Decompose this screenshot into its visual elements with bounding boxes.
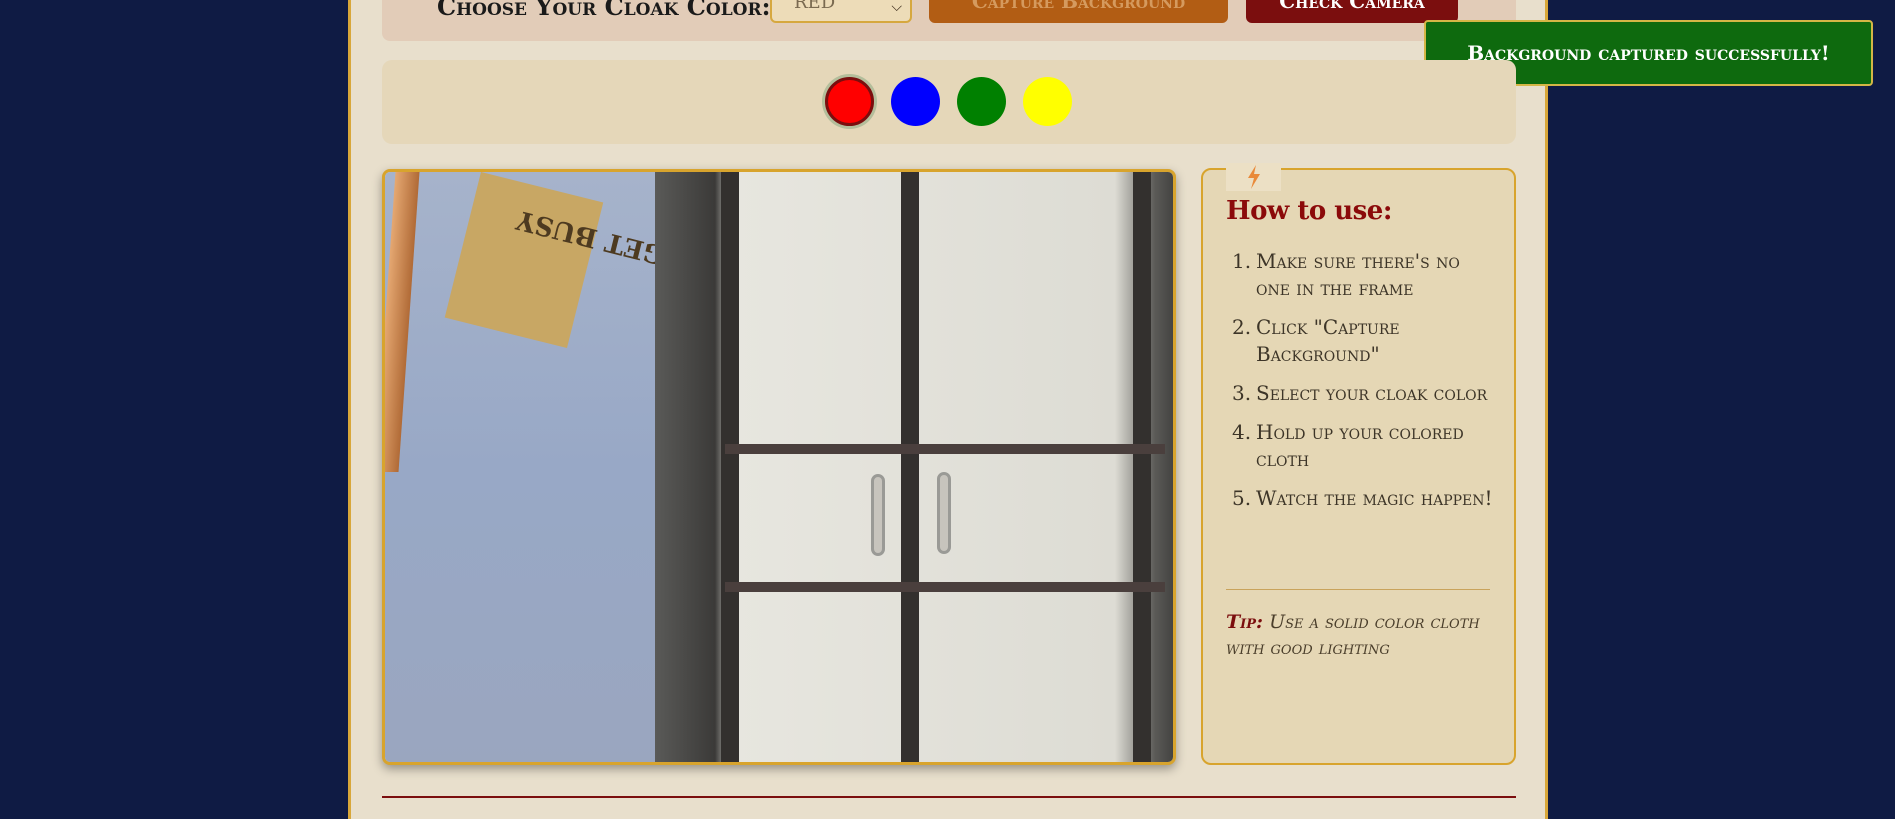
step-item: 3. Select your cloak color: [1232, 381, 1488, 405]
swatch-blue[interactable]: [891, 77, 940, 126]
lightning-bolt-icon: [1248, 165, 1260, 189]
tip-body: Use a solid color cloth with good lighti…: [1226, 611, 1480, 659]
step-item: 2. Click "Capture Background": [1232, 315, 1400, 366]
feed-frame-right: [1133, 172, 1151, 762]
feed-handle-left: [871, 474, 885, 556]
chevron-down-icon: ⌵: [891, 0, 902, 15]
feed-handle-right: [937, 472, 951, 554]
feed-shelf-bottom: [725, 582, 1165, 592]
swatch-green[interactable]: [957, 77, 1006, 126]
cloak-color-select[interactable]: RED ⌵: [770, 0, 912, 23]
feed-frame-left: [721, 172, 739, 762]
swatch-yellow[interactable]: [1023, 77, 1072, 126]
how-to-title: How to use:: [1226, 196, 1392, 226]
tip-text: Tip: Use a solid color cloth with good l…: [1226, 609, 1496, 661]
swatch-red[interactable]: [825, 77, 874, 126]
sidebar-divider: [1226, 589, 1490, 590]
tip-label: Tip:: [1226, 611, 1264, 633]
steps-list: 1. Make sure there's no one in the frame …: [1226, 248, 1496, 524]
camera-feed: GET BUSY: [382, 169, 1176, 765]
step-item: 5. Watch the magic happen!: [1232, 486, 1493, 510]
feed-frame-center: [901, 172, 919, 762]
select-value: RED: [794, 0, 836, 13]
cloak-color-label: Choose Your Cloak Color:: [437, 0, 771, 21]
feed-shelf-top: [725, 444, 1165, 454]
step-item: 1. Make sure there's no one in the frame: [1232, 249, 1460, 300]
capture-background-button[interactable]: Capture Background: [929, 0, 1228, 23]
step-item: 4. Hold up your colored cloth: [1232, 420, 1464, 471]
color-swatch-bar: [382, 60, 1516, 144]
bottom-divider: [382, 796, 1516, 798]
